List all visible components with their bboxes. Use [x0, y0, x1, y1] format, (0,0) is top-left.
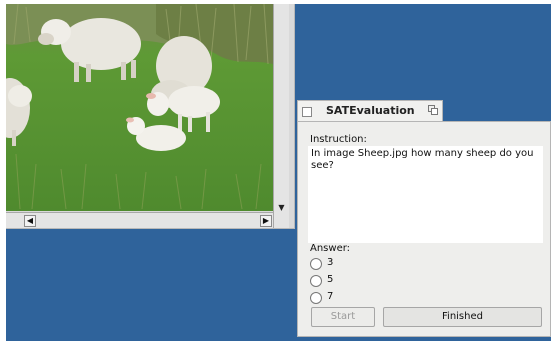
answer-label: Answer: — [310, 243, 351, 254]
desktop-background: ▼ ◀ ▶ SATEvaluation Instruction: In imag… — [6, 4, 551, 341]
scroll-down-arrow-icon[interactable]: ▼ — [276, 202, 287, 213]
answer-option-label: 7 — [327, 291, 334, 302]
image-viewer-window: ▼ ◀ ▶ — [6, 4, 295, 229]
horizontal-scrollbar[interactable]: ◀ ▶ — [6, 212, 273, 228]
restore-window-icon[interactable] — [428, 105, 438, 115]
finished-button[interactable]: Finished — [383, 307, 542, 327]
sheep-photo — [6, 4, 273, 211]
answer-option-label: 3 — [327, 257, 334, 268]
scroll-right-arrow-icon[interactable]: ▶ — [260, 215, 272, 227]
window-menu-icon[interactable] — [302, 107, 312, 117]
dialog-title-tab[interactable]: SATEvaluation — [297, 100, 443, 122]
radio-button-icon[interactable] — [310, 292, 322, 304]
radio-button-icon[interactable] — [310, 275, 322, 287]
start-button[interactable]: Start — [311, 307, 375, 327]
instruction-text: In image Sheep.jpg how many sheep do you… — [308, 146, 543, 243]
answer-option-3[interactable]: 3 — [310, 257, 370, 271]
vertical-scrollbar[interactable]: ▼ — [273, 4, 289, 228]
answer-option-7[interactable]: 7 — [310, 291, 370, 305]
answer-option-5[interactable]: 5 — [310, 274, 370, 288]
scroll-left-arrow-icon[interactable]: ◀ — [24, 215, 36, 227]
dialog-title: SATEvaluation — [326, 104, 415, 117]
instruction-label: Instruction: — [310, 134, 367, 145]
answer-option-label: 5 — [327, 274, 334, 285]
radio-button-icon[interactable] — [310, 258, 322, 270]
sat-evaluation-dialog: Instruction: In image Sheep.jpg how many… — [297, 121, 551, 337]
